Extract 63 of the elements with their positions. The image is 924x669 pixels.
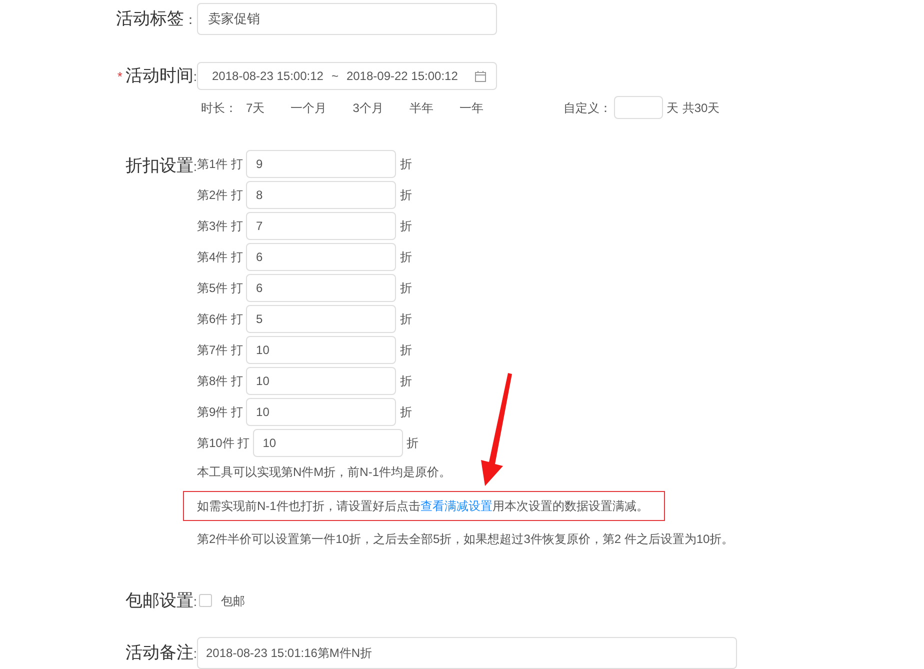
range-separator: ~ xyxy=(331,68,338,85)
discount-unit: 折 xyxy=(400,342,412,359)
discount-field[interactable]: 10 xyxy=(246,367,396,395)
start-date: 2018-08-23 15:00:12 xyxy=(212,68,324,85)
duration-option[interactable]: 一年 xyxy=(459,98,484,116)
duration-label: 时长： xyxy=(201,100,238,116)
discount-unit: 折 xyxy=(400,280,412,297)
discount-field[interactable]: 6 xyxy=(246,274,396,302)
item-label: 第1件 打 xyxy=(197,156,244,173)
field-label: 活动备注 xyxy=(125,642,194,664)
discount-unit: 折 xyxy=(400,311,412,328)
custom-days-field[interactable] xyxy=(614,96,664,119)
calendar-icon xyxy=(475,70,486,82)
end-date: 2018-09-22 15:00:12 xyxy=(346,68,458,85)
duration-option[interactable]: 3个月 xyxy=(352,98,384,116)
field-label: 折扣设置 xyxy=(125,155,194,177)
discount-unit: 折 xyxy=(400,373,412,390)
discount-unit: 折 xyxy=(400,218,412,235)
duration-option[interactable]: 半年 xyxy=(409,98,434,116)
item-label: 第8件 打 xyxy=(197,373,244,390)
label-colon: : xyxy=(193,68,197,86)
discount-field[interactable]: 9 xyxy=(246,150,396,178)
field-label: 活动标签 xyxy=(116,8,184,30)
item-label: 第10件 打 xyxy=(197,435,250,452)
remark-field[interactable]: 2018-08-23 15:01:16第M件N折 xyxy=(197,636,737,668)
item-label: 第7件 打 xyxy=(197,342,244,359)
duration-option[interactable]: 一个月 xyxy=(290,98,327,116)
half-price-note: 第2件半价可以设置第一件10折，之后去全部5折，如果想超过3件恢复原价，第2 件之后设置为10折。 xyxy=(197,531,734,548)
discount-field[interactable]: 6 xyxy=(246,243,396,271)
discount-unit: 折 xyxy=(400,187,412,204)
label-colon: : xyxy=(193,593,197,611)
discount-field[interactable]: 5 xyxy=(246,305,396,333)
duration-option[interactable]: 7天 xyxy=(246,98,265,116)
item-label: 第2件 打 xyxy=(197,187,244,204)
total-days: 共30天 xyxy=(682,98,720,116)
days-unit: 天 xyxy=(666,100,678,116)
discount-unit: 折 xyxy=(406,435,419,452)
discount-hint: 如需实现前N-1件也打折，请设置好后点击查看满减设置用本次设置的数据设置满减。 xyxy=(197,498,648,515)
discount-field[interactable]: 10 xyxy=(246,336,396,364)
tag-field[interactable]: 卖家促销 xyxy=(197,3,497,35)
label-colon: : xyxy=(193,158,197,176)
label-colon: ： xyxy=(184,11,197,30)
label-colon: : xyxy=(193,644,197,663)
checkbox-label: 包邮 xyxy=(221,592,245,610)
discount-field[interactable]: 7 xyxy=(246,212,396,240)
discount-field[interactable]: 10 xyxy=(252,429,403,457)
field-label: 活动时间 xyxy=(125,65,194,88)
item-label: 第5件 打 xyxy=(197,280,244,297)
date-range-field[interactable]: 2018-08-23 15:00:12 ~ 2018-09-22 15:00:12 xyxy=(197,62,497,90)
field-label: 包邮设置 xyxy=(125,590,194,612)
tool-note: 本工具可以实现第N件M折，前N-1件均是原价。 xyxy=(197,464,452,481)
custom-label: 自定义： xyxy=(563,100,612,116)
discount-unit: 折 xyxy=(400,404,412,421)
item-label: 第4件 打 xyxy=(197,249,244,266)
discount-field[interactable]: 10 xyxy=(246,398,396,426)
discount-unit: 折 xyxy=(400,249,412,266)
item-label: 第6件 打 xyxy=(197,311,244,328)
discount-field[interactable]: 8 xyxy=(246,181,396,209)
discount-unit: 折 xyxy=(400,156,412,173)
item-label: 第3件 打 xyxy=(197,218,244,235)
shipping-checkbox[interactable] xyxy=(199,594,212,608)
item-label: 第9件 打 xyxy=(197,404,244,421)
required-mark: * xyxy=(117,68,122,86)
